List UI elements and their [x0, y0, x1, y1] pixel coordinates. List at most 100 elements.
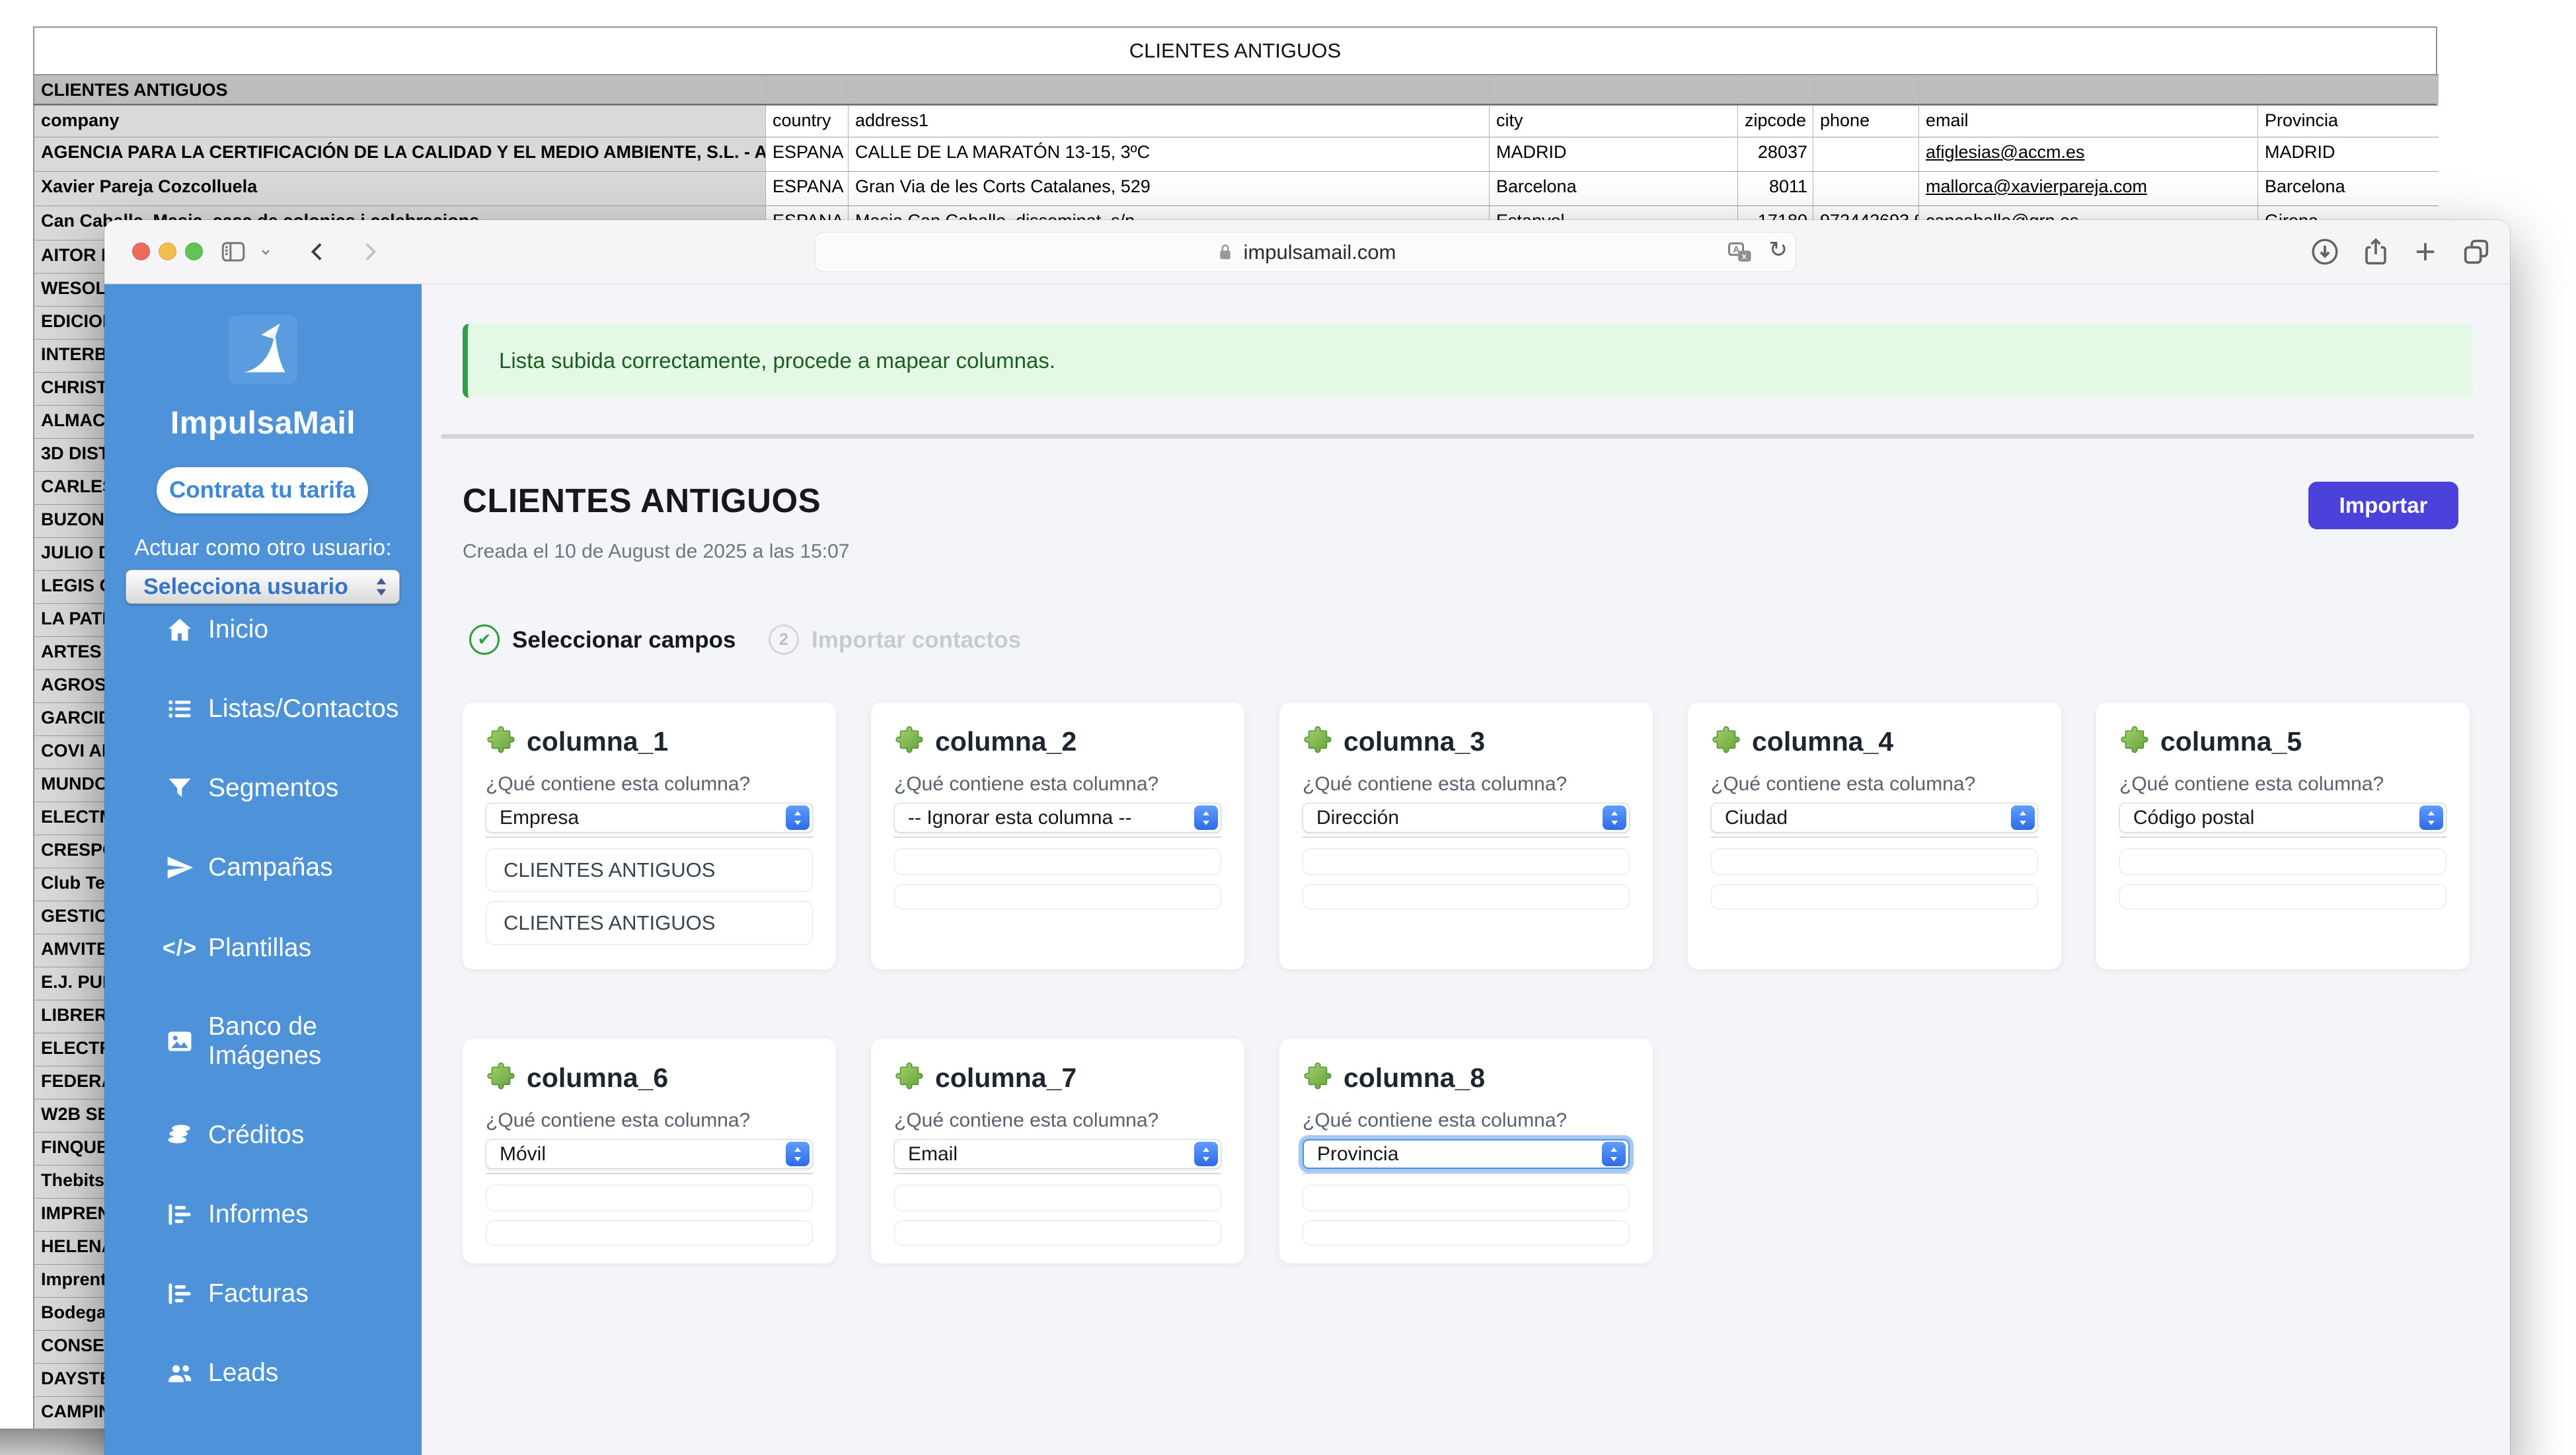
sample-value-box	[1303, 848, 1630, 875]
sidebar-item-informes[interactable]: Informes	[104, 1185, 422, 1244]
select-value: Código postal	[2120, 807, 2419, 829]
sheet-cell[interactable]: ESPANA	[766, 171, 849, 205]
mapping-card-columna_6: columna_6¿Qué contiene esta columna?Móvi…	[463, 1039, 836, 1263]
home-icon	[165, 615, 194, 644]
sidebar-item-leads[interactable]: Leads	[104, 1344, 422, 1402]
select-stepper-icon	[786, 1142, 810, 1166]
sample-value: CLIENTES ANTIGUOS	[486, 911, 715, 935]
sheet-cell[interactable]: Barcelona	[1490, 171, 1738, 205]
sidebar-item-label: Informes	[208, 1200, 309, 1229]
contrata-tarifa-button[interactable]: Contrata tu tarifa	[157, 467, 368, 513]
sheet-cell[interactable]: email	[1919, 105, 2258, 137]
translate-icon[interactable]: A x	[1725, 239, 1755, 271]
horizontal-scrollbar[interactable]	[441, 434, 2474, 439]
sheet-cell[interactable]	[1813, 74, 1919, 104]
mapping-card-columna_3: columna_3¿Qué contiene esta columna?Dire…	[1279, 702, 1653, 969]
sheet-cell[interactable]	[849, 74, 1490, 104]
column-mapping-select[interactable]: Móvil	[486, 1139, 813, 1169]
address-bar[interactable]: impulsamail.com A x ↻	[815, 232, 1796, 272]
back-button[interactable]	[303, 237, 333, 267]
column-mapping-select[interactable]: Ciudad	[1711, 803, 2038, 833]
card-title: columna_5	[2160, 726, 2302, 757]
sidebar-toggle-icon[interactable]	[218, 237, 248, 267]
reload-icon[interactable]: ↻	[1769, 237, 1788, 263]
sheet-cell[interactable]: afiglesias@accm.es	[1919, 137, 2258, 171]
sheet-cell[interactable]: Barcelona	[2258, 171, 2439, 205]
sheet-cell[interactable]: company	[34, 105, 766, 137]
select-underline	[1303, 1173, 1630, 1174]
mapping-card-columna_2: columna_2¿Qué contiene esta columna?-- I…	[871, 702, 1244, 969]
sheet-cell[interactable]: MADRID	[1490, 137, 1738, 171]
invoice-icon	[165, 1279, 194, 1308]
traffic-minimize-button[interactable]	[159, 243, 176, 260]
sheet-cell[interactable]	[1813, 137, 1919, 171]
column-mapping-select[interactable]: Código postal	[2119, 803, 2446, 833]
sidebar-item-cr-ditos[interactable]: Créditos	[104, 1106, 422, 1164]
sheet-cell[interactable]: zipcode	[1738, 105, 1813, 137]
sheet-cell[interactable]: Provincia	[2258, 105, 2439, 137]
share-icon[interactable]	[2361, 237, 2391, 267]
sidebar-item-segmentos[interactable]: Segmentos	[104, 759, 422, 817]
sample-value: CLIENTES ANTIGUOS	[486, 858, 715, 882]
tab-overview-icon[interactable]	[2461, 237, 2491, 267]
column-mapping-select[interactable]: Provincia	[1303, 1139, 1630, 1169]
sheet-cell[interactable]	[1490, 74, 1738, 104]
column-mapping-select[interactable]: Dirección	[1303, 803, 1630, 833]
mapping-card-columna_1: columna_1¿Qué contiene esta columna?Empr…	[463, 702, 836, 969]
column-mapping-select[interactable]: Empresa	[486, 803, 813, 833]
plane-icon	[165, 853, 194, 882]
sheet-cell[interactable]: Xavier Pareja Cozcolluela	[34, 171, 766, 205]
sidebar-item-campa-as[interactable]: Campañas	[104, 839, 422, 897]
sidebar-item-inicio[interactable]: Inicio	[104, 601, 422, 659]
sample-value-box	[1303, 1220, 1630, 1246]
sheet-cell[interactable]: address1	[849, 105, 1490, 137]
sheet-cell[interactable]	[2258, 74, 2439, 104]
main-content: Lista subida correctamente, procede a ma…	[422, 284, 2510, 1455]
sample-value-box	[1711, 884, 2038, 909]
sheet-cell[interactable]: ESPANA	[766, 137, 849, 171]
sidebar-item-listas-contactos[interactable]: Listas/Contactos	[104, 680, 422, 738]
sidebar-item-banco-de-im-genes[interactable]: Banco de Imágenes	[104, 1012, 422, 1070]
sidebar-item-facturas[interactable]: Facturas	[104, 1265, 422, 1323]
sheet-cell[interactable]: Gran Via de les Corts Catalanes, 529	[849, 171, 1490, 205]
card-title: columna_1	[527, 726, 668, 757]
column-mapping-select[interactable]: -- Ignorar esta columna --	[894, 803, 1221, 833]
import-button[interactable]: Importar	[2308, 482, 2458, 529]
sheet-cell[interactable]: mallorca@xavierpareja.com	[1919, 171, 2258, 205]
new-tab-icon[interactable]	[2410, 237, 2441, 267]
sheet-cell[interactable]: CLIENTES ANTIGUOS	[34, 74, 766, 104]
sidebar-item-label: Inicio	[208, 615, 268, 644]
select-value: Ciudad	[1712, 807, 2011, 829]
sheet-cell[interactable]	[1813, 171, 1919, 205]
sample-value-box	[1303, 1185, 1630, 1211]
traffic-zoom-button[interactable]	[185, 243, 203, 260]
sheet-cell[interactable]: city	[1490, 105, 1738, 137]
select-underline	[894, 1173, 1221, 1174]
select-stepper-icon	[2419, 805, 2443, 830]
card-title: columna_3	[1344, 726, 1485, 757]
column-mapping-select[interactable]: Email	[894, 1139, 1221, 1169]
traffic-close-button[interactable]	[132, 243, 150, 260]
mapping-card-columna_4: columna_4¿Qué contiene esta columna?Ciud…	[1688, 702, 2061, 969]
sheet-cell[interactable]: 8011	[1738, 171, 1813, 205]
sample-value-box	[486, 1220, 813, 1246]
forward-button[interactable]	[354, 237, 385, 267]
sheet-cell[interactable]	[1738, 74, 1813, 104]
sheet-cell[interactable]: country	[766, 105, 849, 137]
lock-icon	[1215, 241, 1235, 264]
sidebar-item-plantillas[interactable]: </>Plantillas	[104, 919, 422, 977]
sheet-cell[interactable]: MADRID	[2258, 137, 2439, 171]
user-select[interactable]: Selecciona usuario	[126, 570, 400, 604]
puzzle-icon	[486, 725, 516, 759]
sheet-cell[interactable]: phone	[1813, 105, 1919, 137]
downloads-icon[interactable]	[2310, 237, 2340, 267]
sheet-cell[interactable]: 28037	[1738, 137, 1813, 171]
select-stepper-icon	[2011, 805, 2035, 830]
sheet-cell[interactable]	[766, 74, 849, 104]
sheet-cell[interactable]: AGENCIA PARA LA CERTIFICACIÓN DE LA CALI…	[34, 137, 766, 171]
sample-value-box	[486, 1185, 813, 1211]
sidebar-item-label: Segmentos	[208, 774, 338, 803]
sheet-cell[interactable]: CALLE DE LA MARATÓN 13-15, 3ºC	[849, 137, 1490, 171]
sheet-cell[interactable]	[1919, 74, 2258, 104]
sidebar-chevron-icon[interactable]	[255, 237, 276, 267]
